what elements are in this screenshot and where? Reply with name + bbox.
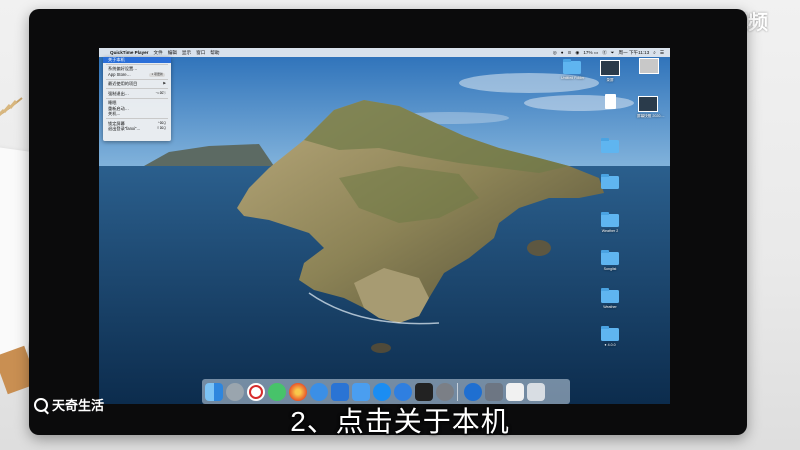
menu-view[interactable]: 显示 [182,50,191,56]
status-icon-2[interactable]: ● [561,50,564,55]
catalina-wallpaper [99,48,670,404]
spotlight-icon[interactable]: ⌕ [653,50,656,55]
desktop-folder-icon[interactable]: Weather 2 [599,212,621,233]
input-method-icon[interactable]: Ⓔ [602,50,607,56]
finder-icon[interactable] [205,382,223,401]
app-store-icon[interactable] [373,382,391,401]
desktop-screenshot-icon[interactable] [638,58,660,76]
menu-item-log-out[interactable]: 退出登录“fanxi”… ⇧⌘Q [103,126,171,132]
volume-icon[interactable]: ⏷ [611,50,615,55]
menu-bar: QuickTime Player 文件 编辑 显示 窗口 帮助 ◎ ● ⊙ ◉ … [99,48,670,57]
menu-separator [106,118,168,120]
status-icon-1[interactable]: ◎ [553,50,557,56]
submenu-arrow-icon: ▶ [163,81,166,86]
xcode-icon[interactable] [331,382,349,401]
wifi-icon[interactable]: ◉ [575,50,579,56]
desktop-screenshot-icon[interactable]: 屏幕快照 2020-... [637,96,665,119]
menu-separator [106,63,168,65]
edge-icon[interactable] [464,382,482,401]
notification-center-icon[interactable]: ☰ [660,50,664,56]
desktop-folder-icon[interactable]: Untitled Folder [561,59,584,80]
menu-item-app-store[interactable]: App Store… 1 项更新 [103,72,171,78]
safari-icon[interactable] [310,382,328,401]
shortcut: ⌥⌘⎋ [155,90,166,95]
dock-divider [457,382,461,401]
files-icon[interactable] [352,382,370,401]
trash-icon[interactable] [527,382,545,401]
launchpad-icon[interactable] [226,382,244,401]
update-badge: 1 项更新 [149,71,165,77]
desktop-folder-icon[interactable]: ● 4.0.0 [599,326,621,347]
status-icon-3[interactable]: ⊙ [568,50,572,56]
menu-item-shut-down[interactable]: 关机… [103,111,171,117]
firefox-icon[interactable] [289,382,307,401]
desktop-screenshot-icon[interactable]: 录屏 [599,60,621,83]
status-area: ◎ ● ⊙ ◉ 17% ▭ Ⓔ ⏷ 周一 下午11:13 ⌕ ☰ [549,48,664,57]
menu-help[interactable]: 帮助 [210,50,219,56]
desktop-folder-icon[interactable]: Songlist [599,250,621,271]
menu-separator [106,88,168,90]
menu-edit[interactable]: 编辑 [168,50,177,56]
textedit-icon[interactable] [506,382,524,401]
desktop-folder-icon[interactable] [599,174,621,191]
shortcut: ⇧⌘Q [156,126,166,131]
clock[interactable]: 周一 下午11:13 [618,50,649,56]
netease-music-icon[interactable] [247,382,265,401]
menu-item-about-this-mac[interactable]: 关于本机 [103,57,171,63]
desktop-folder-icon[interactable] [599,138,621,155]
wechat-icon[interactable] [268,382,286,401]
menu-file[interactable]: 文件 [153,50,162,56]
apple-menu-dropdown: 关于本机 系统偏好设置… App Store… 1 项更新 最近使用的项目 ▶ 强制… [103,57,171,141]
menu-window[interactable]: 窗口 [196,50,205,56]
video-subtitle: 2、点击关于本机 [290,406,510,437]
preview-icon[interactable] [485,382,503,401]
dried-plant-decoration [0,97,23,117]
desktop-document-icon[interactable] [599,94,621,111]
app-menu[interactable]: QuickTime Player [110,50,148,55]
menu-item-force-quit[interactable]: 强制退出… ⌥⌘⎋ [103,91,171,97]
battery-icon[interactable]: 17% ▭ [583,50,598,56]
system-preferences-icon[interactable] [436,382,454,401]
downloads-icon[interactable] [394,382,412,401]
mac-screen: QuickTime Player 文件 编辑 显示 窗口 帮助 ◎ ● ⊙ ◉ … [99,48,670,404]
terminal-icon[interactable] [415,382,433,401]
desktop-folder-icon[interactable]: Weather [599,288,621,309]
menu-separator [106,97,168,99]
menu-separator [106,78,168,80]
menu-item-recent-items[interactable]: 最近使用的项目 ▶ [103,81,171,87]
